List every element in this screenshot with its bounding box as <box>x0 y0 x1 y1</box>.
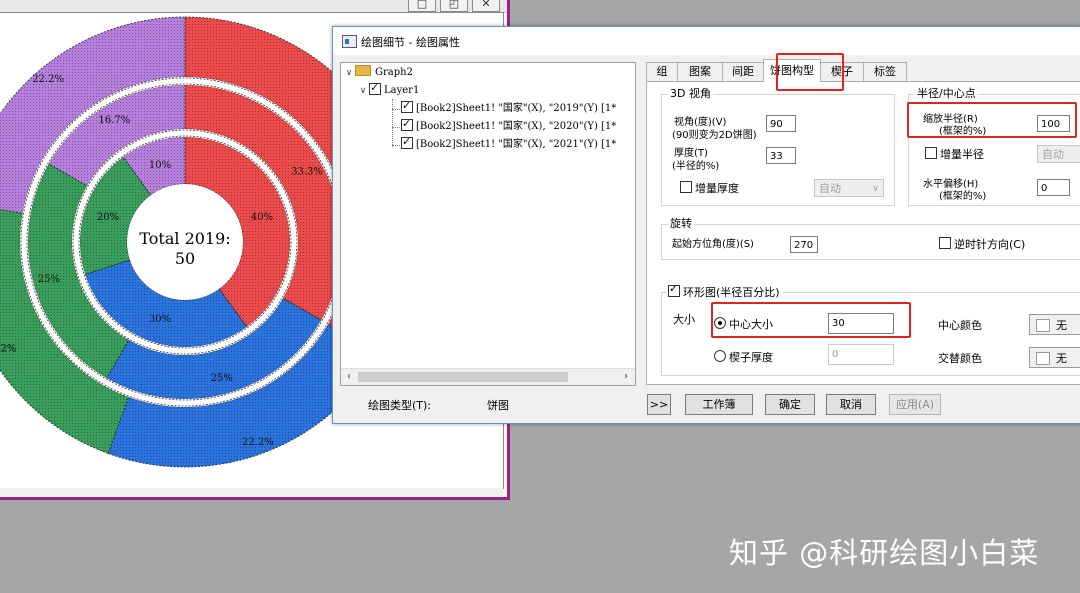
thickness-hint: (半径的%) <box>672 161 720 172</box>
start-azimuth-label: 起始方位角(度)(S) <box>672 239 754 250</box>
close-button[interactable]: ✕ <box>472 0 500 12</box>
group-rotation-title: 旋转 <box>668 217 694 231</box>
h-offset-input[interactable]: 0 <box>1037 179 1070 196</box>
tab-spacing[interactable]: 间距 <box>722 62 764 81</box>
cancel-button[interactable]: 取消 <box>826 394 876 415</box>
radio-dot[interactable] <box>714 350 726 362</box>
wedge-thickness-radio[interactable]: 楔子厚度 <box>714 350 773 365</box>
tree-item-label: [Book2]Sheet1! "国家"(X), "2020"(Y) [1* <box>416 121 617 132</box>
group-radius-title: 半径/中心点 <box>915 87 978 101</box>
watermark: 知乎 @科研绘图小白菜 <box>729 536 1040 570</box>
view-angle-input[interactable]: 90 <box>766 115 796 132</box>
size-label: 大小 <box>673 313 695 326</box>
increase-thickness-label: 增量厚度 <box>695 182 739 195</box>
tab-group[interactable]: 组 <box>646 62 678 81</box>
minimize-button[interactable]: □ <box>408 0 436 12</box>
chevron-down-icon[interactable]: ∨ <box>357 83 369 99</box>
combo-value: 自动 <box>819 182 841 195</box>
increase-thickness-checkbox[interactable]: 增量厚度 <box>680 181 739 196</box>
view-angle-hint: (90则变为2D饼图) <box>672 130 757 141</box>
highlight-scale-radius <box>907 102 1077 138</box>
plot-type-value: 饼图 <box>487 399 509 412</box>
color-swatch <box>1036 352 1050 365</box>
increase-radius-combo[interactable]: 自动 <box>1037 145 1080 163</box>
alt-color-label: 交替颜色 <box>938 352 982 365</box>
scroll-right-icon[interactable]: › <box>619 370 633 384</box>
chevron-down-icon: ∨ <box>872 184 879 194</box>
thickness-input[interactable]: 33 <box>766 147 796 164</box>
tree-connector <box>392 99 393 147</box>
scrollbar-thumb[interactable] <box>358 372 568 382</box>
start-azimuth-input[interactable]: 270 <box>790 236 818 253</box>
tree-item-2019[interactable]: [Book2]Sheet1! "国家"(X), "2019"(Y) [1* <box>401 98 617 117</box>
graph-window-bottom-edge <box>0 488 503 496</box>
center-color-value: 无 <box>1056 319 1067 332</box>
tree-item-2021[interactable]: [Book2]Sheet1! "国家"(X), "2021"(Y) [1* <box>401 134 617 153</box>
combo-value: 自动 <box>1042 148 1064 161</box>
tree-connector <box>392 109 400 110</box>
tree-connector <box>392 127 400 128</box>
plot-checkbox[interactable] <box>401 116 413 132</box>
increase-radius-label: 增量半径 <box>940 148 984 161</box>
center-color-label: 中心颜色 <box>938 319 982 332</box>
wedge-thickness-label: 楔子厚度 <box>729 351 773 364</box>
color-swatch <box>1036 319 1050 332</box>
workbook-button[interactable]: 工作簿 <box>685 394 753 415</box>
tree-item-2020[interactable]: [Book2]Sheet1! "国家"(X), "2020"(Y) [1* <box>401 116 617 135</box>
group-3d-view-title: 3D 视角 <box>668 87 713 101</box>
folder-icon <box>355 65 371 76</box>
tree-node-graph-label: Graph2 <box>375 67 413 78</box>
highlight-center-size <box>711 302 911 338</box>
tree-node-layer[interactable]: ∨ Layer1 <box>357 80 420 99</box>
counterclockwise-label: 逆时针方向(C) <box>954 238 1026 251</box>
donut-checkbox[interactable]: 环形图(半径百分比) <box>666 282 782 300</box>
tab-labels[interactable]: 标签 <box>863 62 907 81</box>
wedge-thickness-input[interactable]: 0 <box>828 344 894 365</box>
app-window-icon <box>342 35 357 48</box>
h-offset-hint: (框架的%) <box>939 191 987 202</box>
tree-horizontal-scrollbar[interactable]: ‹ › <box>341 368 635 385</box>
expand-button[interactable]: >> <box>647 394 671 415</box>
plot-details-dialog: 绘图细节 - 绘图属性 ∨ Graph2 ∨ Layer1 [Book2]Sheet… <box>332 26 1080 424</box>
dialog-title: 绘图细节 - 绘图属性 <box>361 36 460 49</box>
counterclockwise-checkbox[interactable]: 逆时针方向(C) <box>939 237 1025 252</box>
tree-item-label: [Book2]Sheet1! "国家"(X), "2021"(Y) [1* <box>416 139 617 150</box>
dialog-titlebar: 绘图细节 - 绘图属性 <box>333 27 1080 55</box>
center-color-button[interactable]: 无 <box>1029 314 1080 335</box>
apply-button[interactable]: 应用(A) <box>889 394 941 415</box>
pie-geometry-panel: 3D 视角 视角(度)(V) (90则变为2D饼图) 90 厚度(T) (半径的… <box>646 81 1080 385</box>
checkbox-box[interactable] <box>939 237 951 249</box>
group-rotation: 旋转 起始方位角(度)(S) 270 逆时针方向(C) <box>661 217 1080 260</box>
highlight-pie-geometry-tab <box>776 53 844 91</box>
plot-type-label: 绘图类型(T): <box>368 399 432 412</box>
increase-radius-checkbox[interactable]: 增量半径 <box>925 147 984 162</box>
increase-thickness-combo[interactable]: 自动 ∨ <box>814 179 884 197</box>
plot-tree[interactable]: ∨ Graph2 ∨ Layer1 [Book2]Sheet1! "国家"(X), … <box>340 62 636 386</box>
layer-checkbox[interactable] <box>369 80 381 96</box>
checkbox-box[interactable] <box>925 147 937 159</box>
alt-color-button[interactable]: 无 <box>1029 347 1080 368</box>
chevron-down-icon[interactable]: ∨ <box>343 65 355 81</box>
restore-button[interactable]: ◰ <box>440 0 468 12</box>
plot-checkbox[interactable] <box>401 98 413 114</box>
ok-button[interactable]: 确定 <box>765 394 815 415</box>
tree-connector <box>392 145 400 146</box>
scroll-left-icon[interactable]: ‹ <box>342 370 356 384</box>
tree-node-layer-label: Layer1 <box>384 85 420 96</box>
checkbox-box[interactable] <box>668 282 680 297</box>
plot-checkbox[interactable] <box>401 134 413 150</box>
group-3d-view: 3D 视角 视角(度)(V) (90则变为2D饼图) 90 厚度(T) (半径的… <box>661 87 895 206</box>
donut-label: 环形图(半径百分比) <box>683 286 780 299</box>
tree-item-label: [Book2]Sheet1! "国家"(X), "2019"(Y) [1* <box>416 103 617 114</box>
checkbox-box[interactable] <box>680 181 692 193</box>
tab-pattern[interactable]: 图案 <box>677 62 723 81</box>
tree-node-graph[interactable]: ∨ Graph2 <box>343 65 413 81</box>
alt-color-value: 无 <box>1056 352 1067 365</box>
